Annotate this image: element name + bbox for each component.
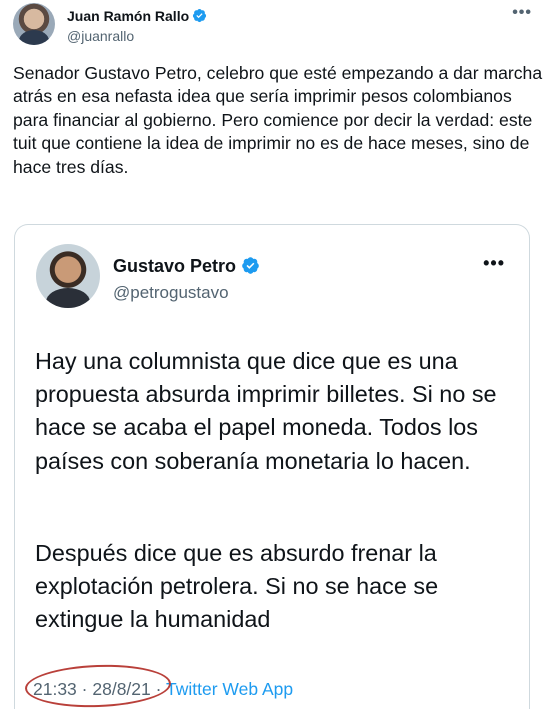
quoted-author-name[interactable]: Gustavo Petro [113, 256, 260, 277]
author-name[interactable]: Juan Ramón Rallo [67, 8, 207, 24]
quoted-text-paragraph-2: Después dice que es absurdo frenar la ex… [35, 540, 439, 633]
quoted-author-name-label: Gustavo Petro [113, 256, 237, 276]
tweet-source-app[interactable]: Twitter Web App [166, 679, 293, 699]
more-options-icon[interactable]: ••• [512, 4, 532, 22]
tweet-text: Senador Gustavo Petro, celebro que esté … [13, 63, 543, 177]
quoted-more-options-icon[interactable]: ••• [483, 253, 505, 274]
quoted-text-paragraph-1: Hay una columnista que dice que es una p… [35, 348, 497, 474]
quoted-tweet[interactable]: Gustavo Petro @petrogustavo ••• Hay una … [14, 224, 530, 709]
author-name-label: Juan Ramón Rallo [67, 8, 190, 24]
author-avatar[interactable] [13, 3, 55, 45]
quoted-author-handle[interactable]: @petrogustavo [113, 283, 229, 303]
verified-badge-icon [242, 257, 259, 274]
red-annotation-circle [24, 662, 172, 709]
tweet-card: Juan Ramón Rallo @juanrallo ••• Senador … [0, 0, 560, 709]
author-handle[interactable]: @juanrallo [67, 28, 134, 44]
quoted-author-avatar[interactable] [36, 244, 100, 308]
verified-badge-icon [193, 8, 207, 23]
